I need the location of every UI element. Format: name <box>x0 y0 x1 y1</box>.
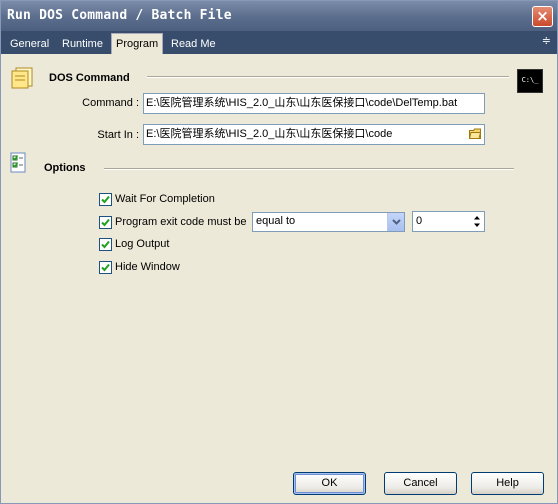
spinner-arrows-icon[interactable] <box>472 213 482 230</box>
tab-program[interactable]: Program <box>111 33 164 54</box>
section-divider <box>147 76 509 78</box>
folder-icon[interactable] <box>469 128 481 139</box>
hide-window-checkbox[interactable] <box>99 260 112 274</box>
command-label: Command : <box>82 97 139 109</box>
checkmark-icon <box>101 195 110 203</box>
dialog-window: Run DOS Command / Batch File × General R… <box>0 0 558 504</box>
hide-window-option[interactable]: Hide Window <box>99 259 180 275</box>
tab-menu-icon[interactable]: ≑ <box>542 34 551 47</box>
close-button[interactable]: × <box>532 6 553 27</box>
options-checklist-icon <box>10 152 26 173</box>
wait-for-completion-checkbox[interactable] <box>99 192 112 206</box>
ok-button[interactable]: OK <box>293 472 366 495</box>
checkmark-icon <box>101 263 110 271</box>
batch-file-icon <box>11 67 33 89</box>
help-button[interactable]: Help <box>471 472 544 495</box>
tab-read-me[interactable]: Read Me <box>167 34 220 54</box>
start-in-value: E:\医院管理系统\HIS_2.0_山东\山东医保接口\code <box>146 128 393 140</box>
exit-code-comparison-select[interactable]: equal to <box>252 212 405 232</box>
tab-general[interactable]: General <box>6 34 53 54</box>
wait-for-completion-label: Wait For Completion <box>115 193 215 205</box>
exit-code-checkbox[interactable] <box>99 215 112 229</box>
chevron-down-icon <box>392 219 401 225</box>
comparison-value: equal to <box>256 215 296 227</box>
wait-for-completion-option[interactable]: Wait For Completion <box>99 191 215 207</box>
log-output-checkbox[interactable] <box>99 237 112 251</box>
hide-window-label: Hide Window <box>115 261 180 273</box>
tab-bar: General Runtime Program Read Me ≑ <box>1 31 557 54</box>
close-icon: × <box>536 7 549 25</box>
dos-command-section-title: DOS Command <box>49 72 130 84</box>
exit-code-value-spinner[interactable]: 0 <box>412 211 485 232</box>
command-field[interactable]: E:\医院管理系统\HIS_2.0_山东\山东医保接口\code\DelTemp… <box>143 93 485 114</box>
exit-code-value: 0 <box>416 215 423 227</box>
command-prompt-icon: C:\_ <box>517 69 543 93</box>
exit-code-option[interactable]: Program exit code must be <box>99 214 246 230</box>
checkmark-icon <box>101 240 110 248</box>
start-in-label: Start In : <box>97 129 139 141</box>
options-section-title: Options <box>44 162 86 174</box>
checkmark-icon <box>101 218 110 226</box>
tab-runtime[interactable]: Runtime <box>58 34 107 54</box>
window-title: Run DOS Command / Batch File <box>7 8 232 23</box>
exit-code-label: Program exit code must be <box>115 216 247 228</box>
dropdown-button[interactable] <box>387 213 404 231</box>
log-output-label: Log Output <box>115 238 170 250</box>
title-bar[interactable]: Run DOS Command / Batch File × <box>1 1 557 31</box>
start-in-field[interactable]: E:\医院管理系统\HIS_2.0_山东\山东医保接口\code <box>143 124 485 145</box>
cancel-button[interactable]: Cancel <box>384 472 457 495</box>
section-divider <box>104 168 514 170</box>
log-output-option[interactable]: Log Output <box>99 236 169 252</box>
